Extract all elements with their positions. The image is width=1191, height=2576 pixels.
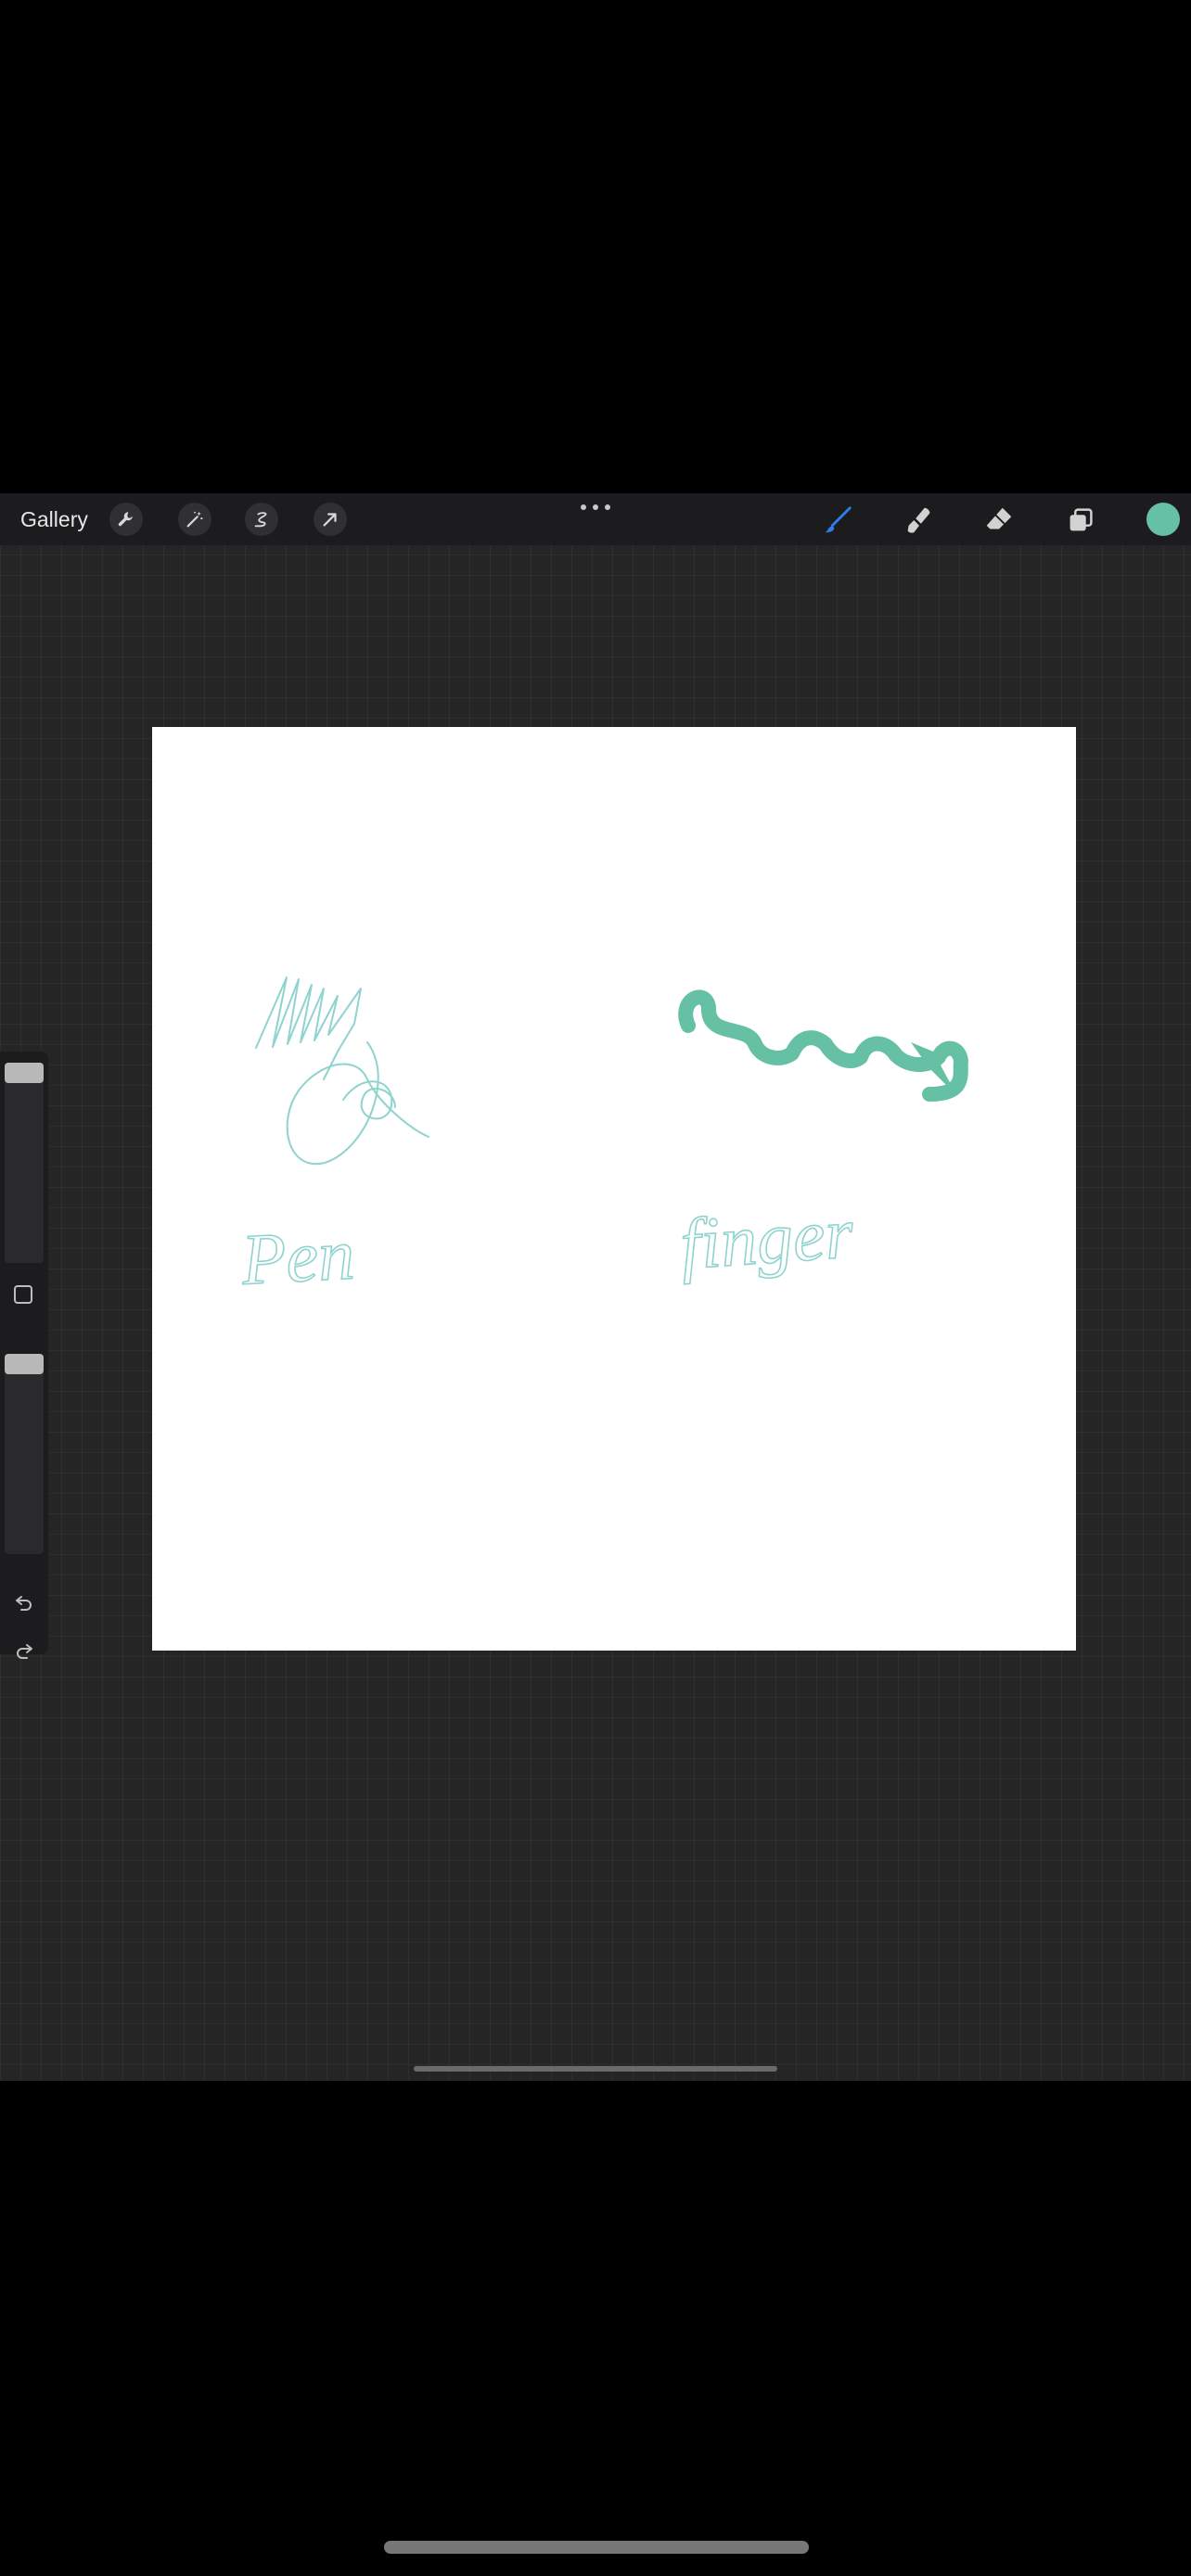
wrench-icon — [118, 512, 133, 527]
drawing-canvas[interactable]: Pen finger — [152, 727, 1076, 1651]
magic-wand-icon — [186, 511, 203, 528]
undo-icon — [16, 1596, 32, 1611]
brush-size-slider[interactable] — [5, 1063, 44, 1263]
adjustments-button[interactable] — [178, 503, 211, 536]
side-slider-bar — [0, 1052, 48, 1659]
layers-button[interactable] — [1061, 501, 1100, 540]
canvas-artwork: Pen finger — [238, 976, 968, 1301]
redo-button[interactable] — [11, 1638, 37, 1664]
transform-arrow-icon — [323, 513, 337, 527]
selection-icon — [254, 512, 267, 528]
redo-icon — [17, 1644, 32, 1659]
opacity-slider-thumb[interactable] — [5, 1354, 44, 1374]
undo-button[interactable] — [11, 1589, 37, 1615]
brush-tool-button[interactable] — [818, 501, 857, 540]
pen-small-loop-stroke — [342, 1080, 396, 1120]
dot — [581, 504, 586, 510]
modify-square-icon[interactable] — [14, 1285, 32, 1304]
opacity-slider[interactable] — [5, 1354, 44, 1554]
app-home-indicator — [414, 2066, 777, 2072]
selection-button[interactable] — [245, 503, 278, 536]
color-picker-button[interactable] — [1146, 503, 1180, 536]
brush-size-slider-thumb[interactable] — [5, 1063, 44, 1083]
eraser-icon — [986, 507, 1012, 529]
dot — [605, 504, 610, 510]
dot — [593, 504, 598, 510]
finger-wave-stroke — [678, 989, 968, 1102]
procreate-app: Gallery Pen finger — [0, 493, 1191, 2081]
layers-icon — [1069, 508, 1093, 531]
eraser-tool-button[interactable] — [980, 501, 1018, 540]
pen-loop-stroke — [286, 1041, 429, 1166]
brush-icon — [825, 506, 852, 533]
actions-button[interactable] — [109, 503, 143, 536]
transform-button[interactable] — [314, 503, 347, 536]
top-toolbar: Gallery — [0, 493, 1191, 545]
pen-label: Pen — [238, 1214, 356, 1300]
smudge-icon — [907, 507, 930, 533]
smudge-tool-button[interactable] — [900, 501, 939, 540]
more-options-button[interactable] — [581, 501, 610, 514]
finger-label: finger — [678, 1192, 857, 1284]
system-home-indicator[interactable] — [384, 2541, 809, 2554]
gallery-button[interactable]: Gallery — [20, 503, 88, 536]
